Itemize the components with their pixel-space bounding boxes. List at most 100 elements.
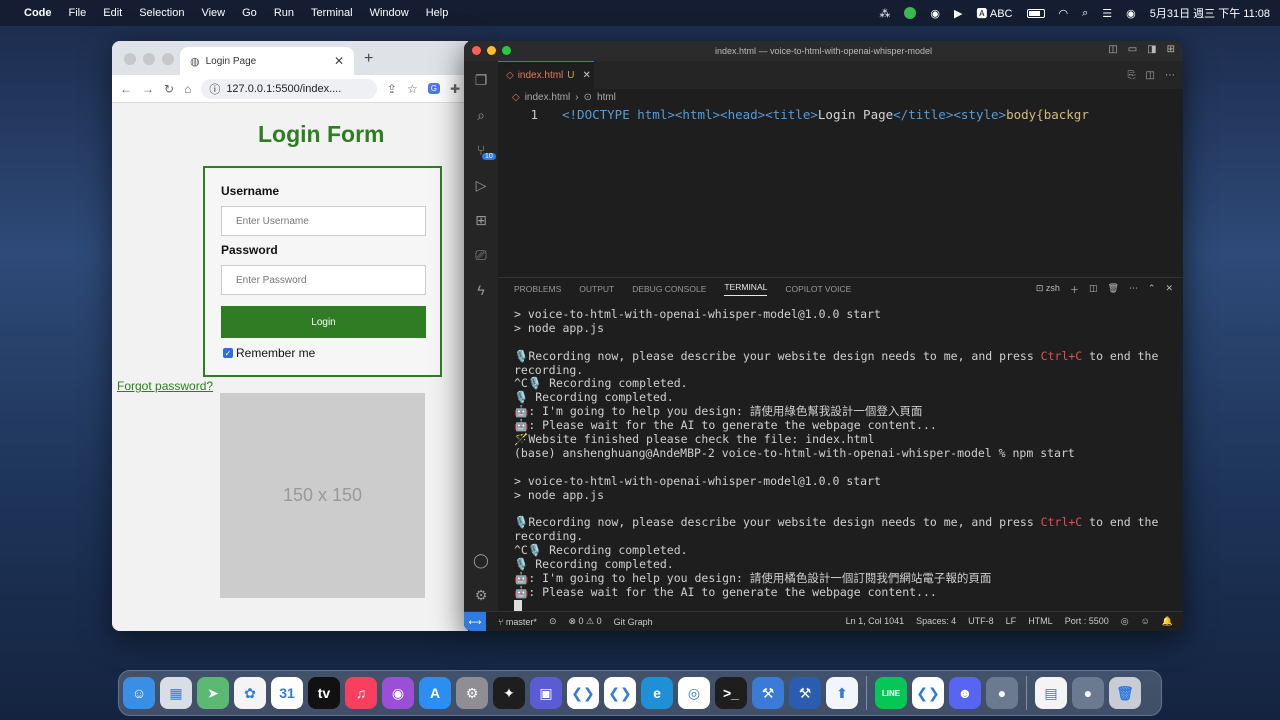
terminal-output[interactable]: > voice-to-html-with-openai-whisper-mode… <box>514 307 1169 614</box>
extension-icon[interactable]: ⁂ <box>879 7 890 20</box>
wifi-icon[interactable]: ◠ <box>1059 7 1069 20</box>
username-input[interactable] <box>221 206 426 236</box>
home-icon[interactable]: ⌂ <box>184 82 191 96</box>
breadcrumb-file[interactable]: index.html <box>525 92 571 103</box>
more-actions-icon[interactable]: ⋯ <box>1165 70 1175 81</box>
encoding[interactable]: UTF-8 <box>968 616 994 627</box>
extensions-icon[interactable]: ⊞ <box>472 211 490 229</box>
vscode-insiders-icon[interactable]: ❮❯ <box>604 677 636 709</box>
close-editor-icon[interactable]: ✕ <box>583 70 591 81</box>
indentation[interactable]: Spaces: 4 <box>916 616 956 627</box>
explorer-icon[interactable]: ❐ <box>472 71 490 89</box>
search-icon[interactable]: ⌕ <box>472 106 490 124</box>
record-icon[interactable]: ◉ <box>930 7 940 20</box>
back-icon[interactable]: ← <box>120 82 132 96</box>
split-terminal-icon[interactable]: ◫ <box>1089 283 1098 296</box>
maps-icon[interactable]: ➤ <box>197 677 229 709</box>
menu-run[interactable]: Run <box>274 7 294 19</box>
bookmark-star-icon[interactable]: ☆ <box>407 82 418 96</box>
new-tab-icon[interactable]: + <box>364 50 373 68</box>
remote-indicator-icon[interactable]: ⟷ <box>464 611 486 631</box>
kill-terminal-icon[interactable]: 🗑 <box>1107 283 1118 296</box>
password-input[interactable] <box>221 265 426 295</box>
maximize-panel-icon[interactable]: ⌃ <box>1148 283 1156 296</box>
play-icon[interactable]: ▶ <box>954 7 962 20</box>
app-store-icon[interactable]: A <box>419 677 451 709</box>
recorder-icon[interactable]: ● <box>1072 677 1104 709</box>
music-icon[interactable]: ♫ <box>345 677 377 709</box>
preview-icon[interactable]: ▣ <box>530 677 562 709</box>
input-method[interactable]: 🅰 ABC <box>976 5 1012 21</box>
figma-icon[interactable]: ✦ <box>493 677 525 709</box>
vscode-minimize-button[interactable] <box>487 46 496 55</box>
menu-terminal[interactable]: Terminal <box>311 7 353 19</box>
vscode-icon[interactable]: ❮❯ <box>567 677 599 709</box>
feedback-icon[interactable]: ☺ <box>1141 616 1150 627</box>
panel-tab-problems[interactable]: PROBLEMS <box>514 284 561 294</box>
end-of-line[interactable]: LF <box>1006 616 1017 627</box>
run-debug-icon[interactable]: ▷ <box>472 176 490 194</box>
zoom-window-button[interactable] <box>162 53 174 65</box>
language-mode[interactable]: HTML <box>1028 616 1053 627</box>
git-branch[interactable]: ⑂ master* <box>498 617 537 627</box>
control-center-icon[interactable]: ☰ <box>1102 7 1112 20</box>
search-icon[interactable]: ⌕ <box>1082 7 1088 20</box>
split-editor-icon[interactable]: ◫ <box>1146 70 1155 81</box>
discord-icon[interactable]: ☻ <box>949 677 981 709</box>
remember-me-checkbox[interactable]: ✓ <box>223 348 233 358</box>
more-terminal-icon[interactable]: ⋯ <box>1129 283 1138 296</box>
calendar-icon[interactable]: 31 <box>271 677 303 709</box>
toggle-secondary-sidebar-icon[interactable]: ◨ <box>1147 44 1156 55</box>
problems-count[interactable]: ⊗ 0 ⚠ 0 <box>568 616 601 627</box>
open-changes-icon[interactable]: ⎘ <box>1128 70 1136 81</box>
photos-icon[interactable]: ✿ <box>234 677 266 709</box>
thunder-icon[interactable]: ϟ <box>472 281 490 299</box>
address-bar[interactable]: ⓘ 127.0.0.1:5500/index.... <box>201 78 377 99</box>
menu-go[interactable]: Go <box>242 7 257 19</box>
xcode-icon[interactable]: ⚒ <box>752 677 784 709</box>
panel-tab-debug-console[interactable]: DEBUG CONSOLE <box>632 284 706 294</box>
document-icon[interactable]: ▤ <box>1035 677 1067 709</box>
line-icon[interactable]: LINE <box>875 677 907 709</box>
live-server-port[interactable]: Port : 5500 <box>1065 616 1109 627</box>
git-graph-button[interactable]: Git Graph <box>614 617 653 627</box>
reload-icon[interactable]: ↻ <box>164 82 174 96</box>
remote-explorer-icon[interactable]: ⎚ <box>472 246 490 264</box>
breadcrumb-element[interactable]: html <box>597 92 616 103</box>
close-panel-icon[interactable]: ✕ <box>1165 283 1173 296</box>
close-window-button[interactable] <box>124 53 136 65</box>
menu-help[interactable]: Help <box>426 7 449 19</box>
trash-icon[interactable]: 🗑 <box>1109 677 1141 709</box>
code-line[interactable]: 1 <!DOCTYPE html> <html> <head> <title> … <box>498 105 1183 123</box>
menu-edit[interactable]: Edit <box>103 7 122 19</box>
share-icon[interactable]: ⇪ <box>387 82 397 96</box>
panel-tab-copilot-voice[interactable]: COPILOT VOICE <box>785 284 851 294</box>
finder-icon[interactable]: ☺ <box>123 677 155 709</box>
vscode-close-button[interactable] <box>472 46 481 55</box>
line-tray-icon[interactable] <box>904 7 917 19</box>
minimize-window-button[interactable] <box>143 53 155 65</box>
transporter-icon[interactable]: ⬆ <box>826 677 858 709</box>
extensions-icon[interactable]: ✚ <box>450 82 460 96</box>
copilot-icon[interactable]: ◎ <box>1121 616 1129 627</box>
close-tab-icon[interactable]: ✕ <box>334 54 344 68</box>
vscode-recent-icon[interactable]: ❮❯ <box>912 677 944 709</box>
translate-icon[interactable]: G <box>427 83 440 94</box>
chrome-icon[interactable]: ◎ <box>678 677 710 709</box>
launchpad-icon[interactable]: ▦ <box>160 677 192 709</box>
apple-tv-icon[interactable]: tv <box>308 677 340 709</box>
editor-tab-index-html[interactable]: ◇ index.html U ✕ <box>498 61 594 89</box>
edge-icon[interactable]: e <box>641 677 673 709</box>
screen-recorder-icon[interactable]: ● <box>986 677 1018 709</box>
menu-window[interactable]: Window <box>370 7 409 19</box>
xcode-beta-icon[interactable]: ⚒ <box>789 677 821 709</box>
menu-selection[interactable]: Selection <box>139 7 184 19</box>
forward-icon[interactable]: → <box>142 82 154 96</box>
panel-tab-terminal[interactable]: TERMINAL <box>724 282 768 296</box>
toggle-panel-icon[interactable]: ▭ <box>1128 44 1137 55</box>
terminal-shell[interactable]: ⊡ zsh <box>1036 283 1060 296</box>
account-icon[interactable]: ◯ <box>472 551 490 569</box>
remember-me[interactable]: ✓ Remember me <box>223 346 315 360</box>
podcasts-icon[interactable]: ◉ <box>382 677 414 709</box>
browser-tab[interactable]: ◍ Login Page ✕ <box>180 47 354 75</box>
